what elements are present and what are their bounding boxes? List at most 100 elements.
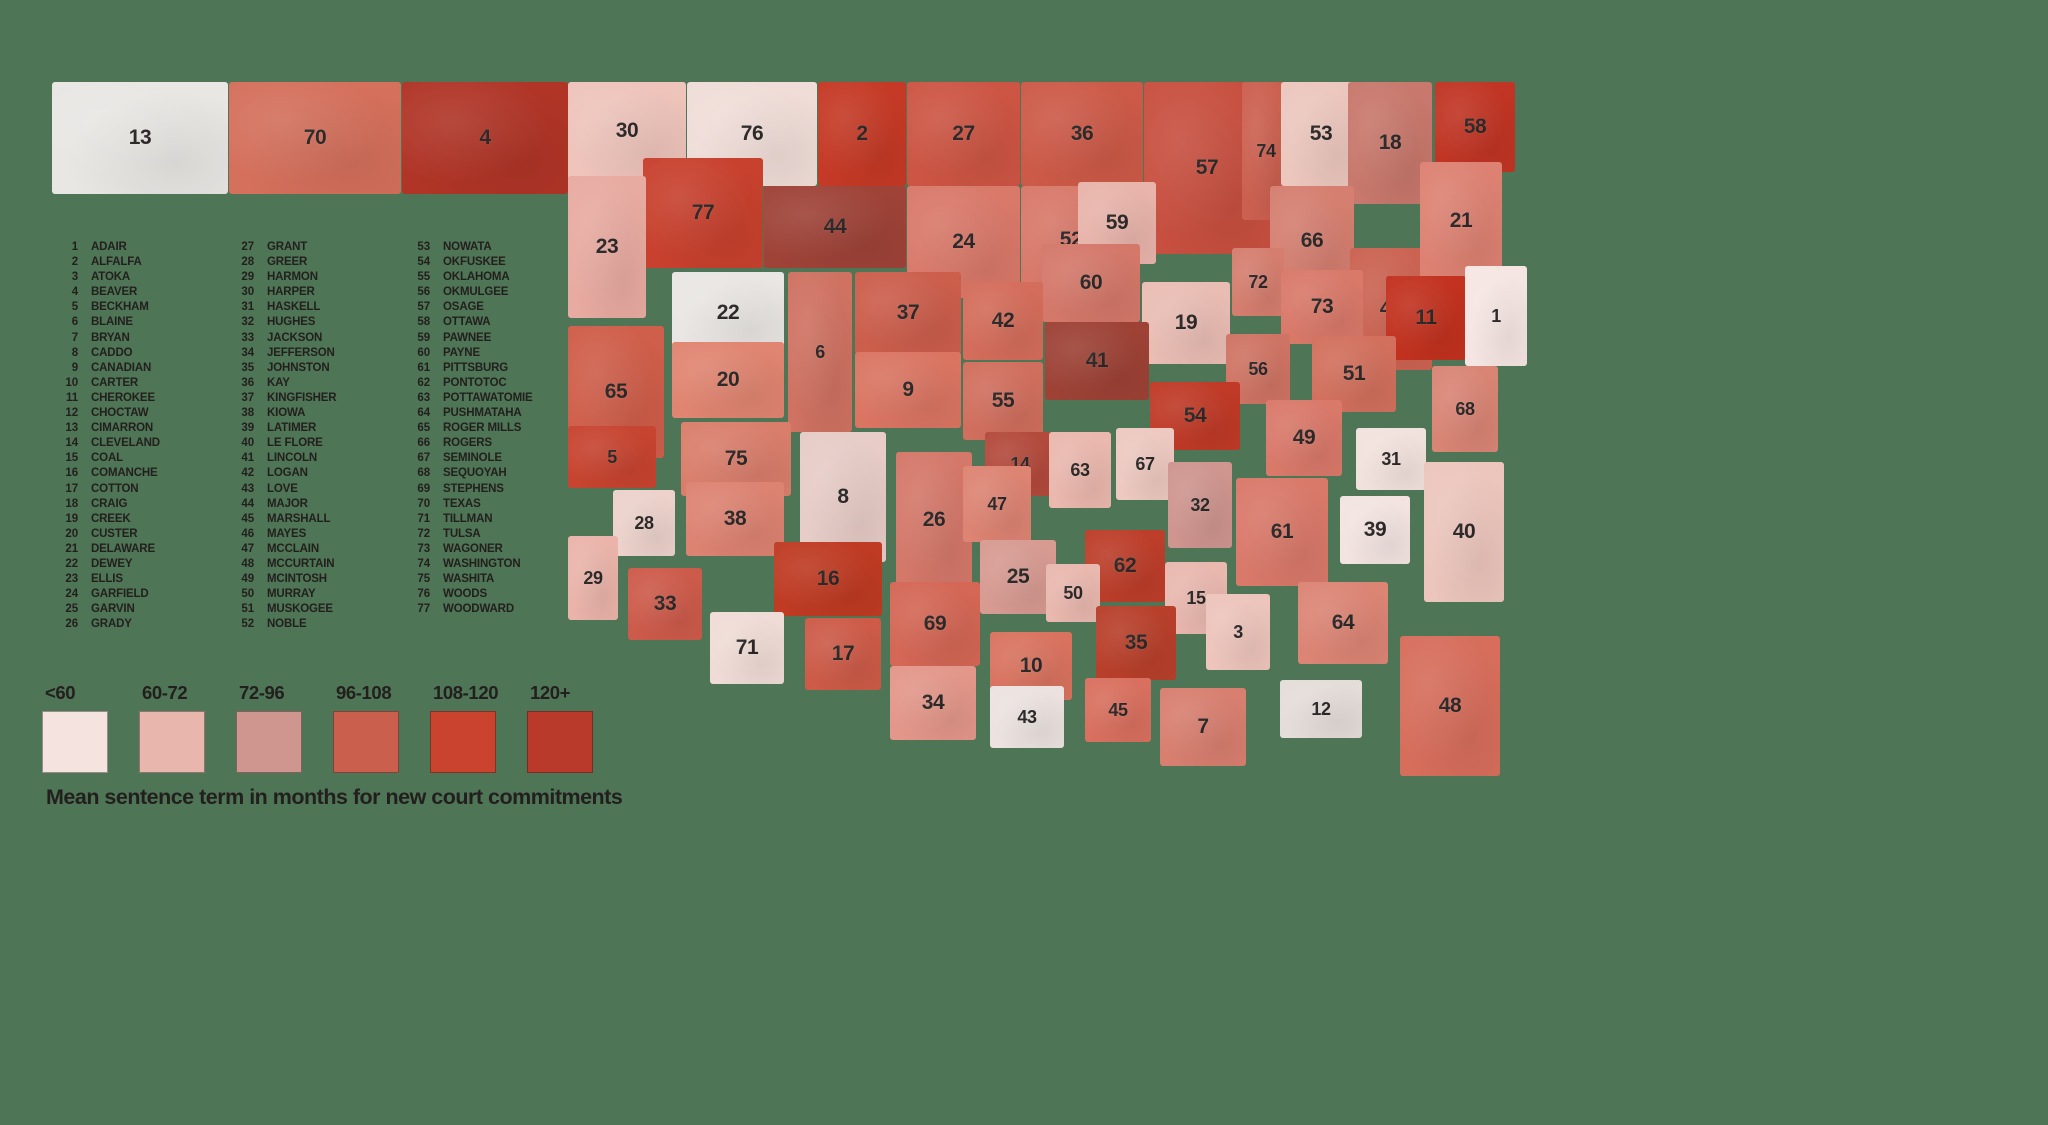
county-cherokee[interactable]: 11 <box>1386 276 1466 360</box>
county-index-row: 23 ELLIS <box>52 572 228 587</box>
scale-bin-label: 120+ <box>530 682 571 703</box>
county-lincoln[interactable]: 41 <box>1045 322 1149 400</box>
county-index-number: 21 <box>65 542 78 555</box>
county-number-label: 77 <box>691 201 715 224</box>
scale-swatch-60[interactable] <box>42 711 108 773</box>
county-atoka[interactable]: 3 <box>1206 594 1270 670</box>
county-number-label: 45 <box>1108 699 1128 720</box>
county-index-row: 66 ROGERS <box>404 436 580 451</box>
county-kay[interactable]: 36 <box>1021 82 1143 186</box>
scale-swatch-cell <box>42 711 139 773</box>
county-number-label: 4 <box>479 126 491 149</box>
county-index-row: 24 GARFIELD <box>52 587 228 602</box>
county-pottawatomie[interactable]: 63 <box>1049 432 1111 508</box>
county-tillman[interactable]: 71 <box>710 612 784 684</box>
scale-swatch-96-108[interactable] <box>333 711 399 773</box>
county-index-number: 75 <box>417 573 430 586</box>
county-grady[interactable]: 26 <box>896 452 972 588</box>
county-index-number: 8 <box>71 346 78 359</box>
county-mccurtain[interactable]: 48 <box>1400 636 1500 776</box>
county-tulsa[interactable]: 72 <box>1232 248 1284 316</box>
county-index-name: HARPER <box>267 286 315 299</box>
county-texas[interactable]: 70 <box>229 82 401 194</box>
county-index-name: PAWNEE <box>443 331 492 344</box>
county-adair[interactable]: 1 <box>1465 266 1527 366</box>
county-index-number: 4 <box>71 286 78 299</box>
county-canadian[interactable]: 9 <box>855 352 961 428</box>
scale-swatch-108-120[interactable] <box>430 711 496 773</box>
county-comanche[interactable]: 16 <box>774 542 882 616</box>
county-grant[interactable]: 27 <box>907 82 1020 186</box>
scale-swatch-120[interactable] <box>527 711 593 773</box>
scale-swatch-72-96[interactable] <box>236 711 302 773</box>
county-wagoner[interactable]: 73 <box>1281 270 1363 344</box>
color-scale-legend: <60 60-72 72-96 96-108 108-120 120+ <box>42 682 624 773</box>
county-index-name: GREER <box>267 256 308 269</box>
scale-label-cell: 108-120 <box>430 682 527 711</box>
county-index-row: 76 WOODS <box>404 587 580 602</box>
county-kingfisher[interactable]: 37 <box>855 272 961 354</box>
county-number-label: 33 <box>653 592 677 615</box>
county-woodward[interactable]: 77 <box>643 158 763 268</box>
county-haskell[interactable]: 31 <box>1356 428 1426 490</box>
county-seminole[interactable]: 67 <box>1116 428 1174 500</box>
county-marshall[interactable]: 45 <box>1085 678 1151 742</box>
county-number-label: 40 <box>1452 520 1476 543</box>
county-number-label: 19 <box>1174 311 1198 334</box>
county-beaver[interactable]: 4 <box>402 82 568 194</box>
county-index-name: TILLMAN <box>443 512 493 525</box>
county-index-row: 5 BECKHAM <box>52 300 228 315</box>
county-index-number: 44 <box>241 497 254 510</box>
county-index-number: 68 <box>417 467 430 480</box>
county-index-row: 13 CIMARRON <box>52 421 228 436</box>
county-index-number: 23 <box>65 573 78 586</box>
county-index-number: 63 <box>417 391 430 404</box>
county-le-flore[interactable]: 40 <box>1424 462 1504 602</box>
county-beckham[interactable]: 5 <box>568 426 656 488</box>
county-creek[interactable]: 19 <box>1142 282 1230 364</box>
county-pushmataha[interactable]: 64 <box>1298 582 1388 664</box>
county-number-label: 58 <box>1463 115 1487 138</box>
county-alfalfa[interactable]: 2 <box>818 82 906 186</box>
county-index-name: COTTON <box>91 482 139 495</box>
county-blaine[interactable]: 6 <box>788 272 852 432</box>
county-jackson[interactable]: 33 <box>628 568 702 640</box>
county-index-name: JACKSON <box>267 331 323 344</box>
county-number-label: 9 <box>902 378 914 401</box>
county-index-number: 20 <box>65 527 78 540</box>
county-logan[interactable]: 42 <box>963 282 1043 360</box>
county-custer[interactable]: 20 <box>672 342 784 418</box>
county-jefferson[interactable]: 34 <box>890 666 976 740</box>
county-greer[interactable]: 28 <box>613 490 675 556</box>
county-garvin[interactable]: 25 <box>980 540 1056 614</box>
county-oklahoma[interactable]: 55 <box>963 362 1043 440</box>
county-johnston[interactable]: 35 <box>1096 606 1176 680</box>
county-cotton[interactable]: 17 <box>805 618 881 690</box>
county-index-name: NOWATA <box>443 241 492 253</box>
county-mcclain[interactable]: 47 <box>963 466 1031 542</box>
county-index-name: OKLAHOMA <box>443 271 510 284</box>
county-murray[interactable]: 50 <box>1046 564 1100 622</box>
county-hughes[interactable]: 32 <box>1168 462 1232 548</box>
county-major[interactable]: 44 <box>764 186 906 268</box>
county-cimarron[interactable]: 13 <box>52 82 228 194</box>
county-index-number: 16 <box>65 467 78 480</box>
county-index-number: 33 <box>241 331 254 344</box>
county-index-name: ADAIR <box>91 241 127 253</box>
county-love[interactable]: 43 <box>990 686 1064 748</box>
scale-swatch-60-72[interactable] <box>139 711 205 773</box>
county-stephens[interactable]: 69 <box>890 582 980 666</box>
county-payne[interactable]: 60 <box>1042 244 1140 322</box>
county-index-name: MUSKOGEE <box>267 603 333 616</box>
county-pittsburg[interactable]: 61 <box>1236 478 1328 586</box>
county-mcintosh[interactable]: 49 <box>1266 400 1342 476</box>
county-sequoyah[interactable]: 68 <box>1432 366 1498 452</box>
county-index-row: 61 PITTSBURG <box>404 361 580 376</box>
county-index-name: MAJOR <box>267 497 308 510</box>
county-bryan[interactable]: 7 <box>1160 688 1246 766</box>
county-latimer[interactable]: 39 <box>1340 496 1410 564</box>
county-kiowa[interactable]: 38 <box>686 482 784 556</box>
county-choctaw[interactable]: 12 <box>1280 680 1362 738</box>
county-delaware[interactable]: 21 <box>1420 162 1502 280</box>
county-ottawa[interactable]: 58 <box>1435 82 1515 172</box>
